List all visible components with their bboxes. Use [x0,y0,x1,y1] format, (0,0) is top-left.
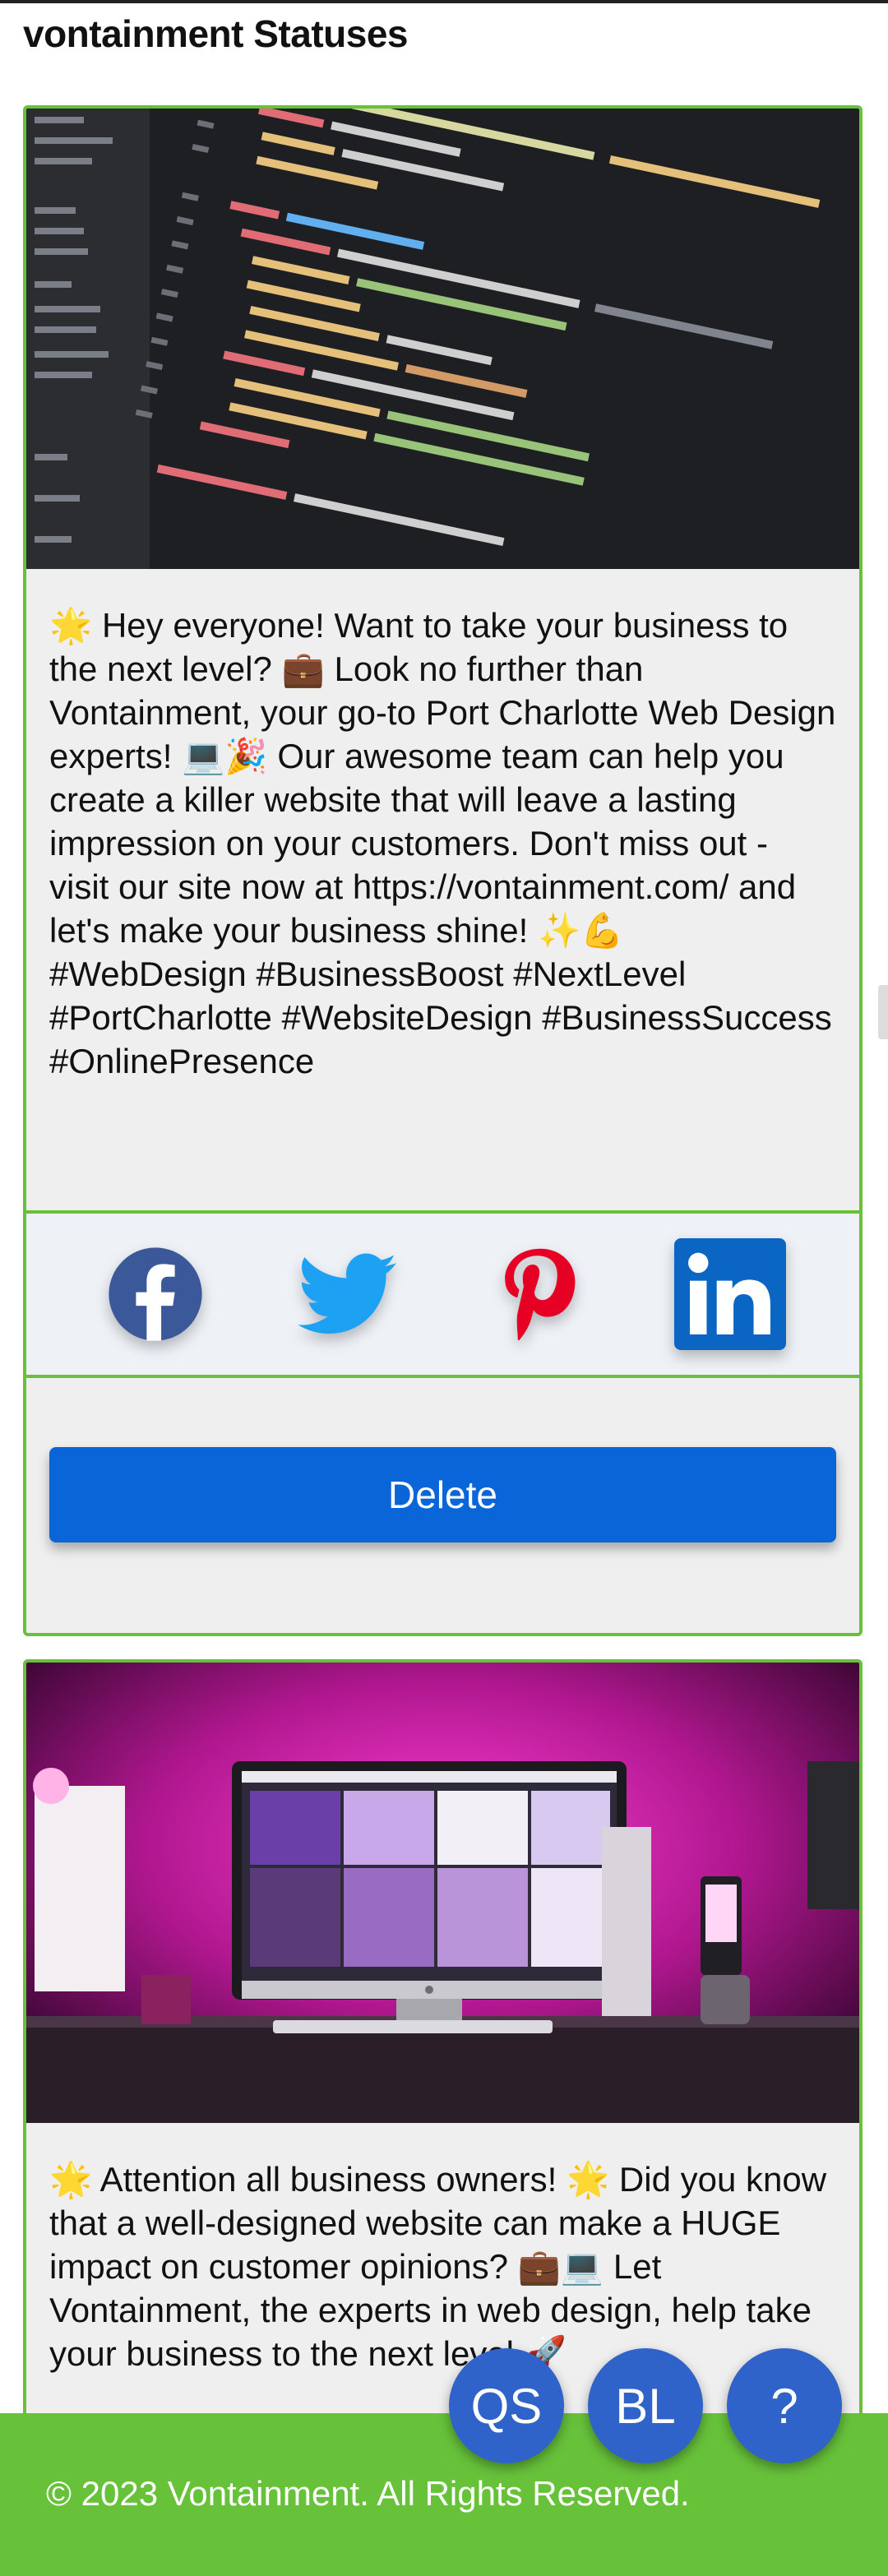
pinterest-icon [505,1248,576,1341]
help-button[interactable]: ? [727,2348,842,2463]
delete-area: Delete [26,1378,859,1542]
facebook-icon [108,1247,202,1341]
page-title: vontainment Statuses [23,12,409,55]
share-pinterest-button[interactable] [481,1237,596,1352]
status-text: 🌟 Hey everyone! Want to take your busine… [49,606,846,1080]
twitter-icon [297,1253,396,1334]
top-border [0,0,888,3]
delete-button[interactable]: Delete [49,1447,836,1542]
bl-button[interactable]: BL [588,2348,703,2463]
scroll-handle[interactable] [878,985,888,1039]
status-card: 🌟 Hey everyone! Want to take your busine… [23,105,863,1636]
qs-button[interactable]: QS [449,2348,564,2463]
share-bar [26,1210,859,1378]
status-image-code [26,109,859,569]
share-twitter-button[interactable] [289,1237,405,1352]
status-text: 🌟 Attention all business owners! 🌟 Did y… [49,2160,836,2373]
footer-copyright: © 2023 Vontainment. All Rights Reserved. [46,2474,690,2513]
linkedin-icon [674,1238,787,1350]
status-image-desk [26,1663,859,2123]
share-facebook-button[interactable] [98,1237,213,1352]
share-linkedin-button[interactable] [673,1237,788,1352]
